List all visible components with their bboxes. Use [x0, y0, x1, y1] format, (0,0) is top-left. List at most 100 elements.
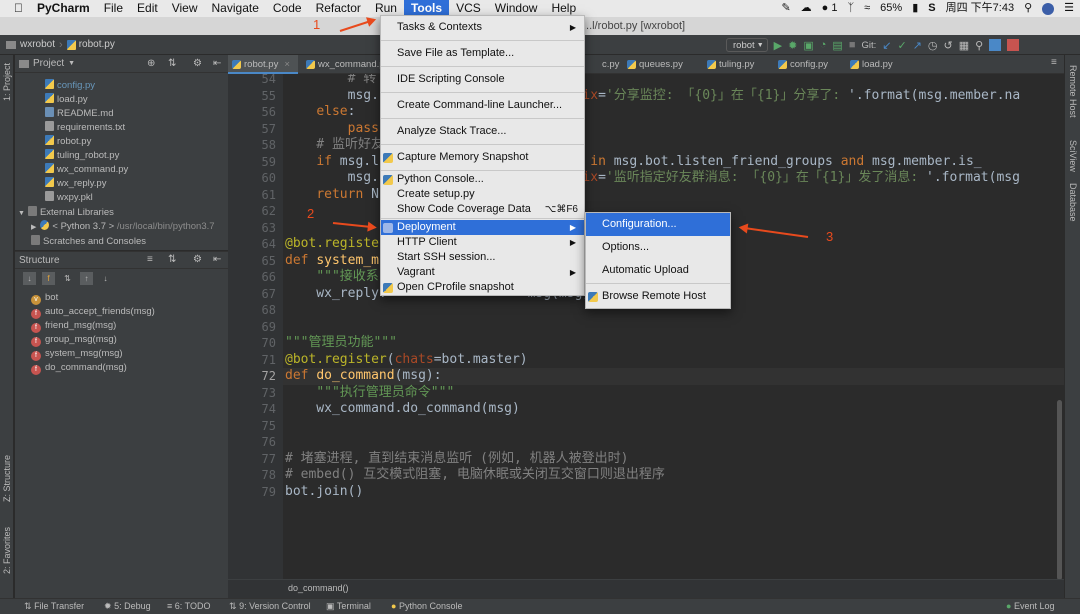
- tree-item-python-sdk[interactable]: ▶ < Python 3.7 > /usr/local/bin/python3.7: [31, 220, 215, 234]
- tab-tuling[interactable]: tuling.py: [703, 55, 773, 74]
- avatar[interactable]: [1042, 2, 1055, 15]
- expand-all-icon[interactable]: ≡: [147, 254, 153, 265]
- tree-item-scratches[interactable]: Scratches and Consoles: [31, 235, 146, 249]
- menu-item-tasks-contexts[interactable]: Tasks & Contexts ▶: [381, 16, 584, 39]
- tree-item-robot[interactable]: robot.py: [45, 135, 91, 149]
- translate-icon[interactable]: [989, 39, 1002, 51]
- tab-list-icon[interactable]: ≡: [1051, 57, 1057, 68]
- battery-status[interactable]: 65%: [880, 0, 902, 17]
- autoscroll-to-source-icon[interactable]: ↑: [80, 272, 93, 285]
- menu-item-deployment[interactable]: Deployment ▶: [381, 220, 584, 235]
- tree-item-readme[interactable]: README.md: [45, 107, 113, 121]
- tree-item-wx-command[interactable]: wx_command.py: [45, 163, 128, 177]
- menu-item-start-ssh-session[interactable]: Start SSH session...: [381, 250, 584, 265]
- wifi-icon[interactable]: ≈: [864, 0, 870, 17]
- show-inherited-icon[interactable]: ⇅: [61, 272, 74, 285]
- pen-icon[interactable]: ✎: [781, 0, 790, 17]
- menu-view[interactable]: View: [165, 0, 205, 17]
- git-commit-icon[interactable]: ✓: [897, 39, 906, 52]
- git-push-icon[interactable]: ↗: [913, 39, 922, 52]
- sort-alpha-icon[interactable]: ↓: [23, 272, 36, 285]
- breadcrumb-project[interactable]: wxrobot: [20, 39, 55, 50]
- structure-item-group-msg[interactable]: f group_msg(msg): [31, 333, 117, 347]
- code-area[interactable]: # 转 msg. prefix='分享监控: 「{0}」在「{1}」分享了: '…: [228, 74, 1064, 579]
- debug-button[interactable]: ✹ 5: Debug: [104, 601, 151, 612]
- structure-item-system-msg[interactable]: f system_msg(msg): [31, 347, 123, 361]
- menu-item-vagrant[interactable]: Vagrant ▶: [381, 265, 584, 280]
- app-menu[interactable]: PyCharm: [30, 0, 97, 17]
- tab-queues[interactable]: queues.py: [623, 55, 701, 74]
- search-everywhere-icon[interactable]: ⚲: [975, 39, 983, 52]
- gear-icon[interactable]: ⚙: [193, 58, 202, 69]
- code-line[interactable]: """管理员功能""": [285, 335, 397, 352]
- autoscroll-from-source-icon[interactable]: ↓: [99, 272, 112, 285]
- code-line[interactable]: # 堵塞进程, 直到结束消息监听 (例如, 机器人被登出时): [285, 451, 628, 468]
- tool-window-structure[interactable]: Z: Structure: [2, 455, 12, 502]
- code-line[interactable]: """执行管理员命令""": [285, 385, 454, 402]
- bluetooth-icon[interactable]: ᛉ: [848, 0, 855, 17]
- structure-item-bot[interactable]: v bot: [31, 291, 58, 305]
- list-icon[interactable]: ☰: [1064, 0, 1074, 17]
- run-config-select[interactable]: robot ▼: [726, 38, 768, 52]
- menu-item-open-cprofile-snapshot[interactable]: Open CProfile snapshot: [381, 280, 584, 295]
- menu-item-python-console[interactable]: Python Console...: [381, 172, 584, 187]
- menu-item-create-command-line-launcher[interactable]: Create Command-line Launcher...: [381, 94, 584, 117]
- code-line[interactable]: """接收系: [285, 269, 378, 286]
- chevron-down-icon[interactable]: ▼: [68, 60, 75, 67]
- tab-wx-command[interactable]: wx_command.p: [302, 55, 385, 74]
- git-update-icon[interactable]: ↙: [882, 39, 891, 52]
- stop-icon[interactable]: ■: [849, 39, 856, 51]
- cloud-icon[interactable]: ☁: [801, 0, 812, 17]
- structure-icon[interactable]: ▦: [959, 39, 969, 52]
- gear-icon[interactable]: ⚙: [193, 254, 202, 265]
- tab-config[interactable]: config.py: [774, 55, 846, 74]
- history-icon[interactable]: ◷: [928, 39, 938, 52]
- code-line[interactable]: else:: [285, 104, 355, 121]
- code-line[interactable]: wx_command.do_command(msg): [285, 401, 520, 418]
- tool-window-project[interactable]: 1: Project: [2, 63, 12, 101]
- code-line[interactable]: # embed() 互交模式阻塞, 电脑休眠或关闭互交窗口则退出程序: [285, 467, 665, 484]
- tab-c[interactable]: c.py: [586, 55, 626, 74]
- editor-breadcrumb[interactable]: do_command(): [288, 583, 349, 593]
- todo-button[interactable]: ≡ 6: TODO: [167, 601, 210, 611]
- project-panel-title[interactable]: Project: [33, 58, 64, 69]
- wechat-icon[interactable]: ● 1: [822, 0, 838, 17]
- collapse-icon[interactable]: ⇅: [168, 58, 176, 69]
- close-icon[interactable]: ×: [284, 59, 290, 70]
- tree-item-wx-reply[interactable]: wx_reply.py: [45, 177, 106, 191]
- tool-window-favorites[interactable]: 2: Favorites: [2, 527, 12, 574]
- code-line[interactable]: # 转: [285, 74, 377, 88]
- menu-navigate[interactable]: Navigate: [205, 0, 266, 17]
- revert-icon[interactable]: ↺: [944, 39, 953, 52]
- structure-item-auto-accept[interactable]: f auto_accept_friends(msg): [31, 305, 155, 319]
- menu-item-capture-memory-snapshot[interactable]: Capture Memory Snapshot: [381, 146, 584, 169]
- code-line[interactable]: # 监听好友: [285, 137, 384, 154]
- menu-code[interactable]: Code: [266, 0, 309, 17]
- structure-item-do-command[interactable]: f do_command(msg): [31, 361, 127, 375]
- plugin-icon[interactable]: [1007, 39, 1020, 51]
- code-line[interactable]: def system_m: [285, 253, 379, 270]
- menu-item-configuration[interactable]: Configuration...: [586, 213, 730, 236]
- tree-item-load[interactable]: load.py: [45, 93, 88, 107]
- search-icon[interactable]: ⚲: [1024, 0, 1032, 17]
- editor-scrollbar[interactable]: [1057, 400, 1062, 580]
- menu-item-options[interactable]: Options...: [586, 236, 730, 259]
- code-line[interactable]: bot.join(): [285, 484, 363, 501]
- tool-window-sciview[interactable]: SciView: [1068, 140, 1078, 172]
- tool-window-remote-host[interactable]: Remote Host: [1068, 65, 1078, 118]
- tree-item-requirements[interactable]: requirements.txt: [45, 121, 125, 135]
- locate-icon[interactable]: ⊕: [147, 58, 155, 69]
- tree-item-config[interactable]: config.py: [45, 79, 95, 93]
- code-line[interactable]: @bot.register(chats=bot.master): [285, 352, 528, 369]
- input-method-icon[interactable]: S: [928, 0, 935, 17]
- menu-item-ide-scripting-console[interactable]: IDE Scripting Console: [381, 68, 584, 91]
- python-console-button[interactable]: ● Python Console: [391, 601, 463, 611]
- file-transfer-button[interactable]: ⇅ File Transfer: [24, 601, 84, 612]
- tab-load[interactable]: load.py: [846, 55, 906, 74]
- collapse-all-icon[interactable]: ⇅: [168, 254, 176, 265]
- hide-icon[interactable]: ⇤: [213, 254, 221, 265]
- menu-item-browse-remote-host[interactable]: Browse Remote Host: [586, 285, 730, 308]
- code-line[interactable]: def do_command(msg):: [285, 368, 442, 385]
- code-line[interactable]: pass: [285, 121, 379, 138]
- code-line[interactable]: @bot.registe: [285, 236, 379, 253]
